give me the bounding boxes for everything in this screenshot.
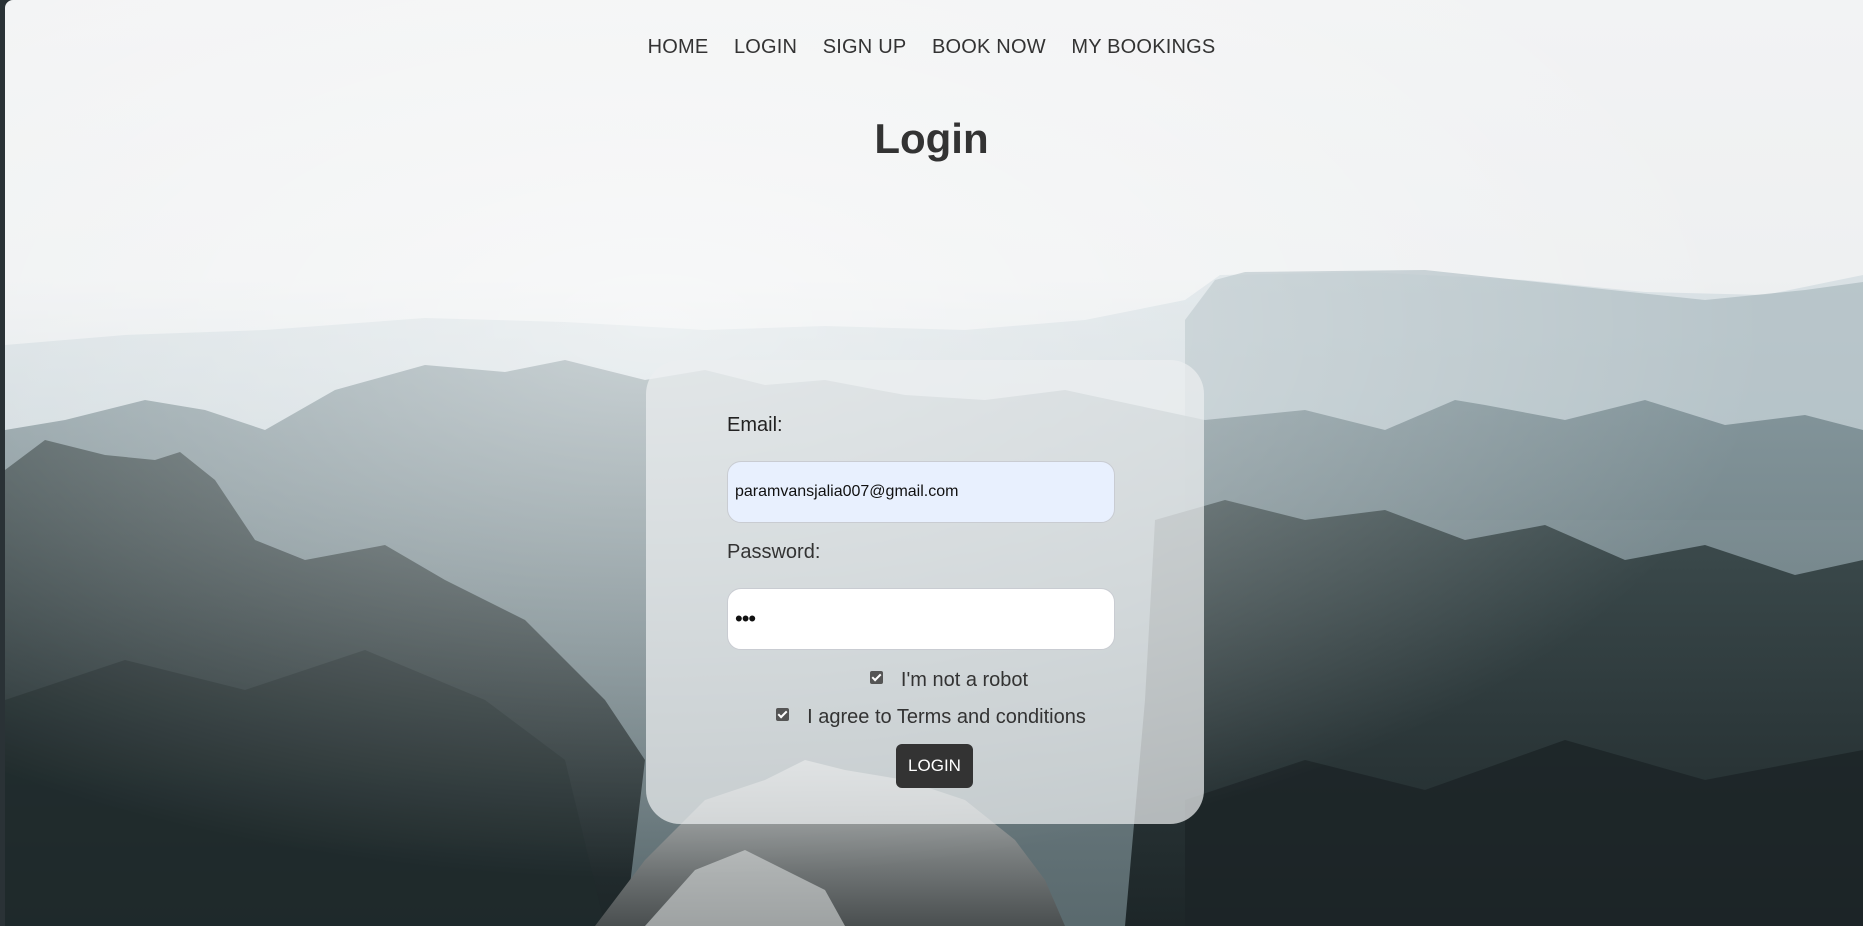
terms-checkbox[interactable] [776, 708, 790, 721]
robot-checkbox-label: I'm not a robot [900, 669, 1029, 691]
nav-book-now-link[interactable]: BOOK NOW [932, 36, 1046, 59]
password-label: Password: [727, 541, 821, 563]
password-input[interactable] [727, 588, 1115, 650]
top-nav: HOME LOGIN SIGN UP BOOK NOW MY BOOKINGS [0, 36, 1863, 59]
login-submit-button[interactable]: LOGIN [896, 744, 973, 788]
login-form-card: Email: Password: I'm not a robot I agree… [646, 360, 1204, 824]
terms-checkbox-label: I agree to Terms and conditions [807, 706, 1086, 728]
nav-login-link[interactable]: LOGIN [734, 36, 797, 59]
robot-checkbox[interactable] [869, 671, 883, 684]
email-label: Email: [727, 414, 783, 436]
terms-check-row: I agree to Terms and conditions [646, 706, 1204, 729]
page-title: Login [874, 115, 989, 162]
nav-my-bookings-link[interactable]: MY BOOKINGS [1071, 36, 1215, 59]
email-input[interactable] [727, 461, 1115, 523]
robot-check-row: I'm not a robot [646, 669, 1204, 692]
nav-signup-link[interactable]: SIGN UP [823, 36, 907, 59]
browser-viewport: HOME LOGIN SIGN UP BOOK NOW MY BOOKINGS … [0, 0, 1863, 926]
nav-home-link[interactable]: HOME [648, 36, 709, 59]
